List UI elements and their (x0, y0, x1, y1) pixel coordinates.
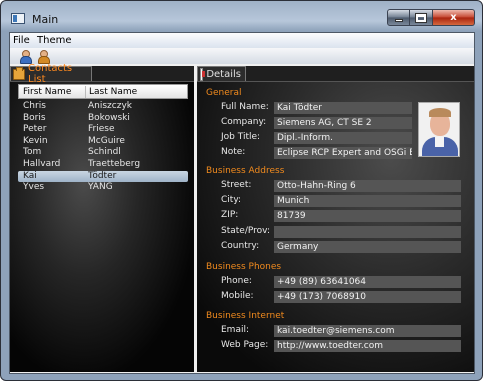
cell-first-name: Hallvard (23, 158, 61, 169)
email-label: Email: (221, 325, 250, 335)
menu-theme[interactable]: Theme (37, 35, 72, 46)
email-field[interactable]: kai.toedter@siemens.com (274, 325, 461, 337)
full-name-field[interactable]: Kai Tödter (274, 102, 412, 114)
note-field[interactable]: Eclipse RCP Expert and OSGi Er (274, 147, 412, 159)
web-page-field[interactable]: http://www.toedter.com (274, 340, 461, 352)
menu-bar: File Theme (10, 33, 474, 48)
details-document-icon (200, 67, 206, 81)
cell-last-name: Friese (88, 124, 115, 135)
column-first-name[interactable]: First Name (23, 87, 71, 97)
client-area: File Theme Contacts List First Name Last… (9, 32, 475, 374)
title-bar[interactable]: Main x (1, 1, 482, 31)
job-title-label: Job Title: (221, 132, 261, 142)
cell-first-name: Kevin (23, 135, 48, 146)
contact-photo (418, 102, 460, 157)
section-internet-title: Business Internet (206, 311, 285, 321)
cell-first-name: Peter (23, 124, 47, 135)
table-row-selected[interactable]: Kai Tödter (18, 170, 188, 183)
app-icon (11, 13, 25, 24)
person-add-icon[interactable] (36, 49, 50, 64)
column-separator[interactable] (85, 86, 86, 98)
maximize-icon (415, 12, 427, 23)
table-row[interactable]: Hallvard Traetteberg (18, 159, 188, 171)
section-general-title: General (206, 88, 242, 98)
cell-first-name: Chris (23, 101, 46, 111)
tab-contacts-list[interactable]: Contacts List (10, 63, 92, 85)
note-label: Note: (221, 147, 246, 157)
menu-file[interactable]: File (13, 35, 30, 46)
full-name-label: Full Name: (221, 102, 269, 112)
zip-label: ZIP: (221, 210, 239, 220)
country-field[interactable]: Germany (274, 241, 461, 253)
mobile-label: Mobile: (221, 291, 254, 301)
table-row[interactable]: Boris Bokowski (18, 113, 188, 125)
cell-last-name: Traetteberg (88, 158, 141, 169)
column-last-name[interactable]: Last Name (89, 87, 137, 97)
phone-field[interactable]: +49 (89) 63641064 (274, 276, 461, 288)
table-row[interactable]: Tom Schindl (18, 147, 188, 159)
table-row[interactable]: Peter Friese (18, 124, 188, 136)
section-phones-title: Business Phones (206, 262, 282, 272)
company-label: Company: (221, 117, 267, 127)
cell-last-name: Aniszczyk (88, 101, 132, 111)
tab-details-label: Details (206, 68, 241, 80)
mobile-field[interactable]: +49 (173) 7068910 (274, 291, 461, 303)
cell-first-name: Tom (23, 147, 42, 158)
details-panel: Details General Full Name: Kai Tödter Co… (197, 66, 474, 372)
street-label: Street: (221, 180, 252, 190)
tab-details[interactable]: Details (197, 66, 246, 81)
cell-last-name: McGuire (88, 135, 125, 146)
details-tab-strip: Details (197, 66, 474, 82)
contacts-panel: Contacts List First Name Last Name Chris… (10, 63, 194, 372)
cell-last-name: Schindl (88, 147, 121, 158)
close-icon: x (450, 12, 457, 23)
cell-last-name: Tödter (88, 170, 117, 181)
table-row[interactable]: Chris Aniszczyk (18, 101, 188, 113)
contacts-tab-strip: Contacts List (10, 63, 194, 85)
cell-first-name: Kai (23, 170, 37, 181)
cell-first-name: Yves (23, 182, 45, 193)
job-title-field[interactable]: Dipl.-Inform. (274, 132, 412, 144)
contacts-folder-icon (13, 66, 26, 80)
zip-field[interactable]: 81739 (274, 210, 461, 222)
contacts-table-header: First Name Last Name (18, 84, 188, 99)
section-address-title: Business Address (206, 166, 285, 176)
state-field[interactable] (274, 226, 461, 238)
contacts-table-body: Chris Aniszczyk Boris Bokowski Peter Fri… (18, 101, 188, 194)
street-field[interactable]: Otto-Hahn-Ring 6 (274, 180, 461, 192)
minimize-button[interactable] (387, 9, 410, 26)
maximize-button[interactable] (410, 9, 433, 26)
cell-last-name: Bokowski (88, 112, 130, 123)
person-icon[interactable] (18, 49, 32, 64)
cell-first-name: Boris (23, 112, 46, 123)
table-row[interactable]: Kevin McGuire (18, 136, 188, 148)
company-field[interactable]: Siemens AG, CT SE 2 (274, 117, 412, 129)
city-label: City: (221, 195, 242, 205)
state-label: State/Prov: (221, 226, 270, 236)
minimize-icon (394, 19, 403, 22)
city-field[interactable]: Munich (274, 195, 461, 207)
toolbar (10, 48, 474, 64)
web-page-label: Web Page: (221, 340, 269, 350)
country-label: Country: (221, 241, 260, 251)
main-window: Main x File Theme Contacts List First Na… (0, 0, 483, 381)
window-controls: x (387, 9, 475, 27)
window-title: Main (32, 13, 59, 26)
close-button[interactable]: x (433, 9, 475, 26)
cell-last-name: YANG (88, 182, 113, 193)
tab-contacts-label: Contacts List (28, 63, 73, 85)
phone-label: Phone: (221, 276, 252, 286)
table-row[interactable]: Yves YANG (18, 182, 188, 194)
